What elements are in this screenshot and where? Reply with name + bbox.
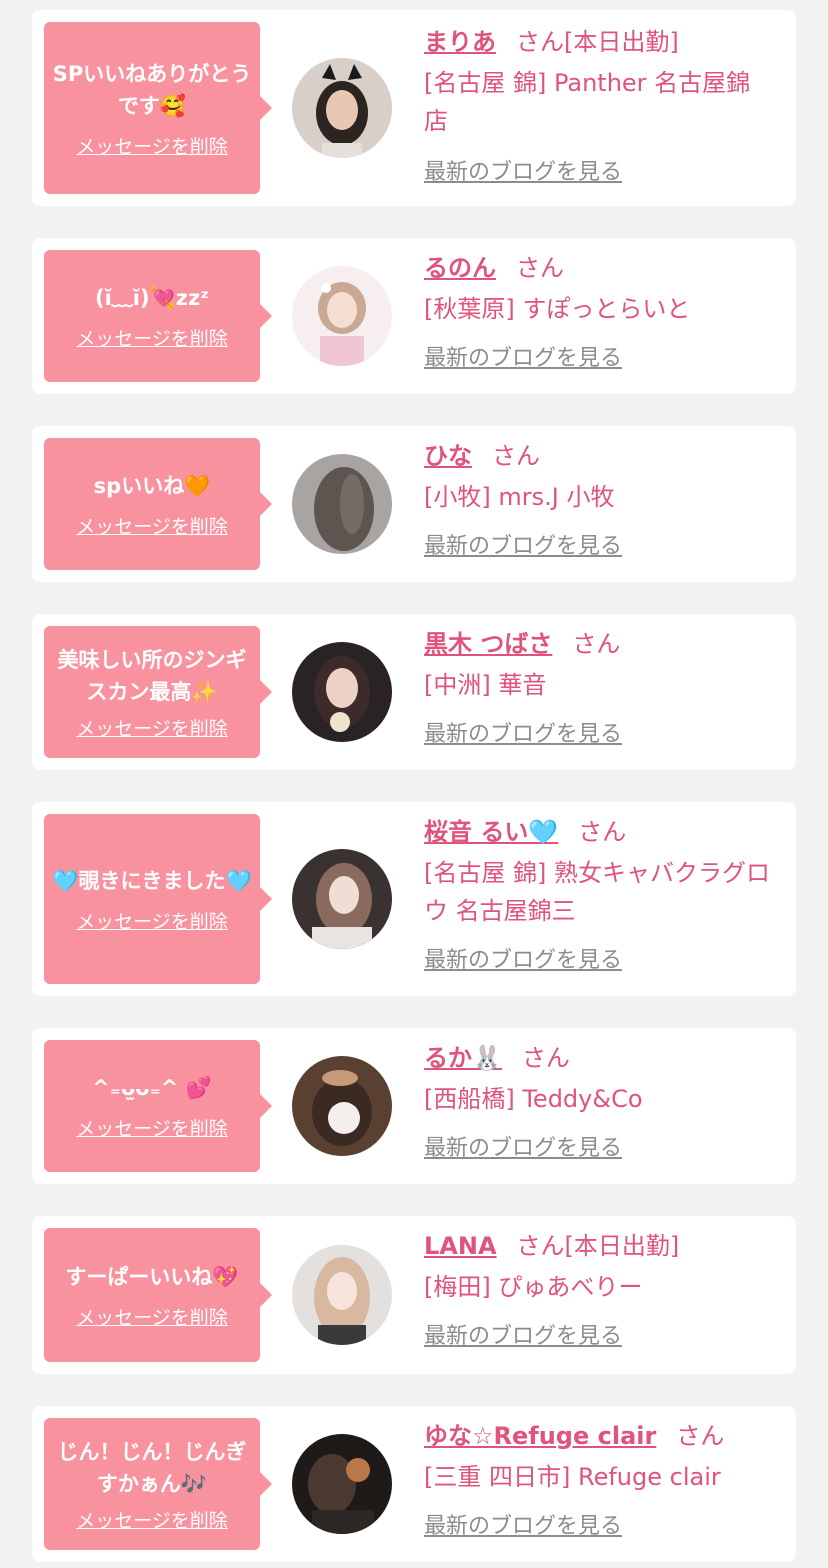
honorific: さん [676,1422,725,1450]
latest-blog-link[interactable]: 最新のブログを見る [424,716,622,748]
name-line: るのん さん [424,250,770,286]
name-line: まりあ さん[本日出勤] [424,24,770,60]
list-item: (ĭ﹏ĭ)💘zzᶻ メッセージを削除 るのん さん [秋葉原] すぽっとらいと 最… [32,238,796,394]
message-bubble: すーぱーいいね💖 メッセージを削除 [44,1228,272,1362]
latest-blog-link[interactable]: 最新のブログを見る [424,154,622,186]
message-bubble: じん！じん！じんぎすかぁん🎶 メッセージを削除 [44,1418,272,1550]
latest-blog-link[interactable]: 最新のブログを見る [424,1130,622,1162]
name-line: るか🐰 さん [424,1040,770,1076]
delete-message-link[interactable]: メッセージを削除 [76,324,228,351]
message-text: 🩵覗きにきました🩵 [52,868,252,893]
honorific: さん [521,1044,570,1072]
avatar[interactable] [292,1056,392,1156]
avatar[interactable] [292,849,392,949]
avatar[interactable] [292,642,392,742]
list-item: すーぱーいいね💖 メッセージを削除 LANA さん[本日出勤] [梅田] ぴゅあべ… [32,1216,796,1374]
delete-message-link[interactable]: メッセージを削除 [76,1303,228,1330]
latest-blog-link[interactable]: 最新のブログを見る [424,528,622,560]
shop-info: [名古屋 錦] Panther 名古屋錦店 [424,69,751,135]
message-bubble: spいいね🧡 メッセージを削除 [44,438,272,570]
shop-info: [秋葉原] すぽっとらいと [424,295,691,323]
delete-message-link[interactable]: メッセージを削除 [76,714,228,741]
cast-name-link[interactable]: 桜音 るい🩵 [424,818,558,846]
honorific: さん [516,1232,565,1260]
latest-blog-link[interactable]: 最新のブログを見る [424,340,622,372]
message-bubble: ^₌ᴗ̫ᴗ₌^ 💕 メッセージを削除 [44,1040,272,1172]
cast-name-link[interactable]: 黒木 つばさ [424,630,552,658]
delete-message-link[interactable]: メッセージを削除 [76,132,228,159]
avatar[interactable] [292,266,392,366]
cast-info: ひな さん [小牧] mrs.J 小牧 最新のブログを見る [424,438,770,560]
name-line: ゆな☆Refuge clair さん [424,1418,770,1454]
latest-blog-link[interactable]: 最新のブログを見る [424,942,622,974]
shop-info: [西船橋] Teddy&Co [424,1085,643,1113]
cast-name-link[interactable]: るか🐰 [424,1044,502,1072]
status-badge: [本日出勤] [564,28,679,56]
shop-info: [中洲] 華音 [424,671,547,699]
message-bubble: SPいいねありがとうです🥰 メッセージを削除 [44,22,272,194]
cast-info: ゆな☆Refuge clair さん [三重 四日市] Refuge clair … [424,1418,770,1540]
list-item: 美味しい所のジンギスカン最高✨ メッセージを削除 黒木 つばさ さん [中洲] 華… [32,614,796,770]
avatar[interactable] [292,1245,392,1345]
cast-info: 黒木 つばさ さん [中洲] 華音 最新のブログを見る [424,626,770,748]
cast-name-link[interactable]: るのん [424,254,496,282]
shop-info: [小牧] mrs.J 小牧 [424,483,615,511]
cast-info: るのん さん [秋葉原] すぽっとらいと 最新のブログを見る [424,250,770,372]
name-line: 桜音 るい🩵 さん [424,814,770,850]
honorific: さん [572,630,621,658]
list-item: じん！じん！じんぎすかぁん🎶 メッセージを削除 ゆな☆Refuge clair さ… [32,1406,796,1562]
cast-info: LANA さん[本日出勤] [梅田] ぴゅあべりー 最新のブログを見る [424,1228,770,1350]
avatar[interactable] [292,454,392,554]
cast-name-link[interactable]: まりあ [424,28,496,56]
latest-blog-link[interactable]: 最新のブログを見る [424,1508,622,1540]
delete-message-link[interactable]: メッセージを削除 [76,1506,228,1533]
cast-info: 桜音 るい🩵 さん [名古屋 錦] 熟女キャバクラグロウ 名古屋錦三 最新のブログ… [424,814,770,974]
latest-blog-link[interactable]: 最新のブログを見る [424,1318,622,1350]
cast-info: まりあ さん[本日出勤] [名古屋 錦] Panther 名古屋錦店 最新のブログ… [424,24,770,186]
list-item: spいいね🧡 メッセージを削除 ひな さん [小牧] mrs.J 小牧 最新のブロ… [32,426,796,582]
list-item: SPいいねありがとうです🥰 メッセージを削除 まりあ さん[本日出勤] [名古屋 … [32,10,796,206]
avatar[interactable] [292,58,392,158]
name-line: LANA さん[本日出勤] [424,1228,770,1264]
delete-message-link[interactable]: メッセージを削除 [76,907,228,934]
cast-name-link[interactable]: ゆな☆Refuge clair [424,1422,656,1450]
message-bubble: (ĭ﹏ĭ)💘zzᶻ メッセージを削除 [44,250,272,382]
name-line: 黒木 つばさ さん [424,626,770,662]
honorific: さん [516,254,564,282]
shop-info: [名古屋 錦] 熟女キャバクラグロウ 名古屋錦三 [424,859,770,925]
message-bubble: 美味しい所のジンギスカン最高✨ メッセージを削除 [44,626,272,758]
status-badge: [本日出勤] [564,1232,680,1260]
shop-info: [三重 四日市] Refuge clair [424,1463,721,1491]
favorite-list: SPいいねありがとうです🥰 メッセージを削除 まりあ さん[本日出勤] [名古屋 … [0,0,828,1568]
shop-info: [梅田] ぴゅあべりー [424,1273,643,1301]
delete-message-link[interactable]: メッセージを削除 [76,1114,228,1141]
cast-name-link[interactable]: LANA [424,1232,497,1260]
message-text: spいいね🧡 [93,473,211,498]
message-text: ^₌ᴗ̫ᴗ₌^ 💕 [92,1075,212,1100]
honorific: さん [492,442,540,470]
list-item: ^₌ᴗ̫ᴗ₌^ 💕 メッセージを削除 るか🐰 さん [西船橋] Teddy&Co … [32,1028,796,1184]
honorific: さん [516,28,564,56]
message-text: すーぱーいいね💖 [65,1264,239,1289]
avatar[interactable] [292,1434,392,1534]
message-text: 美味しい所のジンギスカン最高✨ [57,647,247,704]
message-text: (ĭ﹏ĭ)💘zzᶻ [95,285,209,310]
list-item: 🩵覗きにきました🩵 メッセージを削除 桜音 るい🩵 さん [名古屋 錦] 熟女キャ… [32,802,796,996]
message-bubble: 🩵覗きにきました🩵 メッセージを削除 [44,814,272,984]
message-text: じん！じん！じんぎすかぁん🎶 [57,1439,247,1496]
delete-message-link[interactable]: メッセージを削除 [76,512,228,539]
message-text: SPいいねありがとうです🥰 [52,61,252,118]
honorific: さん [578,818,627,846]
cast-name-link[interactable]: ひな [424,442,472,470]
cast-info: るか🐰 さん [西船橋] Teddy&Co 最新のブログを見る [424,1040,770,1162]
name-line: ひな さん [424,438,770,474]
